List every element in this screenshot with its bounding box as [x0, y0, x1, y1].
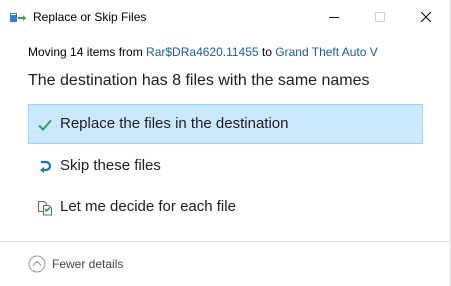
fewer-details-button[interactable]: Fewer details [28, 254, 138, 274]
decide-each-file-label: Let me decide for each file [60, 198, 236, 215]
status-prefix: Moving 14 items from [28, 45, 147, 59]
title-bar[interactable]: Replace or Skip Files [0, 0, 451, 34]
move-status-text: Moving 14 items from Rar$DRa4620.11455 t… [28, 45, 378, 59]
minimize-icon [329, 17, 339, 18]
checkmark-icon [37, 117, 53, 133]
destination-folder-link[interactable]: Grand Theft Auto V [275, 45, 378, 59]
close-icon [421, 12, 431, 22]
compare-files-icon [37, 200, 53, 216]
replace-or-skip-dialog: Replace or Skip Files Moving 14 items fr… [0, 0, 451, 286]
skip-files-label: Skip these files [60, 157, 161, 174]
maximize-button[interactable] [357, 0, 403, 34]
minimize-button[interactable] [311, 0, 357, 34]
replace-files-option[interactable]: Replace the files in the destination [28, 104, 423, 144]
maximize-icon [375, 12, 385, 22]
conflict-headline: The destination has 8 files with the sam… [28, 72, 370, 89]
skip-files-option[interactable]: Skip these files [28, 146, 423, 186]
fewer-details-label: Fewer details [52, 257, 124, 271]
status-middle: to [258, 45, 276, 59]
window-title: Replace or Skip Files [33, 10, 147, 24]
decide-each-file-option[interactable]: Let me decide for each file [28, 187, 423, 227]
source-folder-link[interactable]: Rar$DRa4620.11455 [146, 45, 259, 59]
dialog-footer: Fewer details [0, 242, 451, 286]
skip-arrow-icon [37, 159, 53, 175]
chevron-up-icon [28, 255, 46, 273]
replace-files-label: Replace the files in the destination [60, 115, 289, 132]
file-move-icon [10, 11, 26, 23]
close-button[interactable] [403, 0, 449, 34]
